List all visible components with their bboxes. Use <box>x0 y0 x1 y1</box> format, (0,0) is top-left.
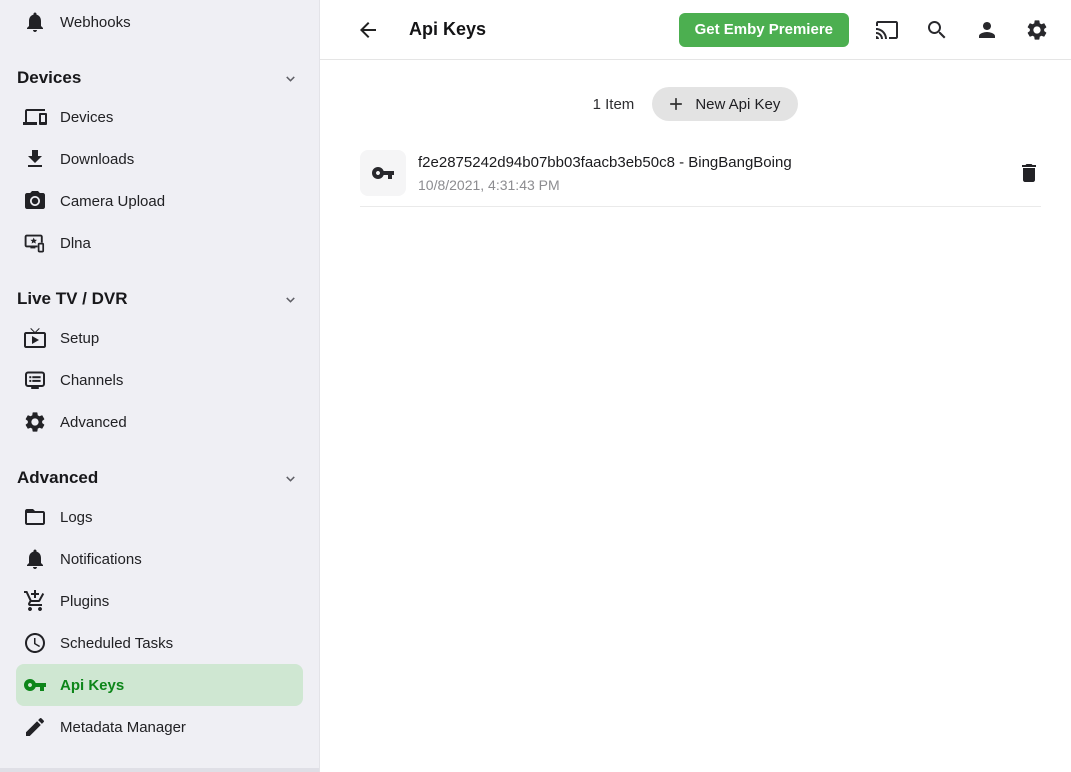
sidebar-item-setup[interactable]: Setup <box>0 317 319 359</box>
key-icon <box>23 673 47 697</box>
page-title: Api Keys <box>409 19 486 40</box>
sidebar-item-plugins[interactable]: Plugins <box>0 580 319 622</box>
sidebar-item-label: Logs <box>60 509 93 526</box>
bell-icon <box>23 10 47 34</box>
sidebar-section-devices[interactable]: Devices <box>0 60 319 96</box>
back-arrow-icon[interactable] <box>356 18 380 42</box>
sidebar-item-label: Advanced <box>60 414 127 431</box>
api-key-date: 10/8/2021, 4:31:43 PM <box>418 175 792 195</box>
sidebar-item-camera-upload[interactable]: Camera Upload <box>0 180 319 222</box>
gear-icon <box>23 410 47 434</box>
sidebar-item-label: Devices <box>60 109 113 126</box>
sidebar-item-label: Camera Upload <box>60 193 165 210</box>
new-api-key-label: New Api Key <box>695 96 780 113</box>
sidebar-item-label: Notifications <box>60 551 142 568</box>
sidebar-item-label: Dlna <box>60 235 91 252</box>
download-icon <box>23 147 47 171</box>
sidebar-item-advanced-livetv[interactable]: Advanced <box>0 401 319 443</box>
sidebar-item-dlna[interactable]: Dlna <box>0 222 319 264</box>
count-row: 1 Item New Api Key <box>320 87 1071 121</box>
sidebar-item-api-keys[interactable]: Api Keys <box>16 664 303 706</box>
chevron-down-icon <box>283 71 298 86</box>
sidebar-item-label: Setup <box>60 330 99 347</box>
sidebar-item-label: Channels <box>60 372 123 389</box>
sidebar-item-scheduled-tasks[interactable]: Scheduled Tasks <box>0 622 319 664</box>
chevron-down-icon <box>283 292 298 307</box>
sidebar-item-logs[interactable]: Logs <box>0 496 319 538</box>
api-key-text: f2e2875242d94b07bb03faacb3eb50c8 - BingB… <box>418 152 792 195</box>
section-title: Devices <box>17 68 81 88</box>
sidebar-item-channels[interactable]: Channels <box>0 359 319 401</box>
gear-icon[interactable] <box>1025 18 1049 42</box>
clock-icon <box>23 631 47 655</box>
sidebar-item-devices[interactable]: Devices <box>0 96 319 138</box>
devices-icon <box>23 105 47 129</box>
cart-plus-icon <box>23 589 47 613</box>
key-icon <box>371 161 395 185</box>
api-key-list: f2e2875242d94b07bb03faacb3eb50c8 - BingB… <box>360 150 1041 207</box>
section-title: Live TV / DVR <box>17 289 128 309</box>
search-icon[interactable] <box>925 18 949 42</box>
pencil-icon <box>23 715 47 739</box>
top-bar: Api Keys Get Emby Premiere <box>320 0 1071 60</box>
sidebar-item-webhooks[interactable]: Webhooks <box>0 1 319 43</box>
sidebar-section-advanced[interactable]: Advanced <box>0 460 319 496</box>
folder-icon <box>23 505 47 529</box>
channels-icon <box>23 368 47 392</box>
plus-icon <box>666 94 686 114</box>
sidebar: Webhooks Devices Devices Downloads Camer… <box>0 0 320 772</box>
key-icon-box <box>360 150 406 196</box>
content-area: 1 Item New Api Key f2e2875242d94b07bb03f… <box>320 60 1071 772</box>
api-key-name: f2e2875242d94b07bb03faacb3eb50c8 - BingB… <box>418 152 792 173</box>
live-tv-icon <box>23 326 47 350</box>
trash-icon[interactable] <box>1017 161 1041 185</box>
cast-icon[interactable] <box>875 18 899 42</box>
top-bar-actions: Get Emby Premiere <box>679 13 1049 47</box>
get-emby-premiere-button[interactable]: Get Emby Premiere <box>679 13 849 47</box>
dlna-icon <box>23 231 47 255</box>
sidebar-section-live-tv-dvr[interactable]: Live TV / DVR <box>0 281 319 317</box>
bell-icon <box>23 547 47 571</box>
sidebar-item-downloads[interactable]: Downloads <box>0 138 319 180</box>
chevron-down-icon <box>283 471 298 486</box>
sidebar-item-label: Plugins <box>60 593 109 610</box>
sidebar-item-label: Api Keys <box>60 677 124 694</box>
section-title: Advanced <box>17 468 98 488</box>
sidebar-item-label: Webhooks <box>60 14 131 31</box>
sidebar-item-notifications[interactable]: Notifications <box>0 538 319 580</box>
new-api-key-button[interactable]: New Api Key <box>652 87 798 121</box>
main-area: Api Keys Get Emby Premiere 1 Item <box>320 0 1071 772</box>
sidebar-item-label: Downloads <box>60 151 134 168</box>
sidebar-item-label: Scheduled Tasks <box>60 635 173 652</box>
sidebar-item-metadata-manager[interactable]: Metadata Manager <box>0 706 319 748</box>
camera-icon <box>23 189 47 213</box>
user-icon[interactable] <box>975 18 999 42</box>
api-key-row[interactable]: f2e2875242d94b07bb03faacb3eb50c8 - BingB… <box>360 150 1041 207</box>
sidebar-item-label: Metadata Manager <box>60 719 186 736</box>
item-count-label: 1 Item <box>593 96 635 113</box>
